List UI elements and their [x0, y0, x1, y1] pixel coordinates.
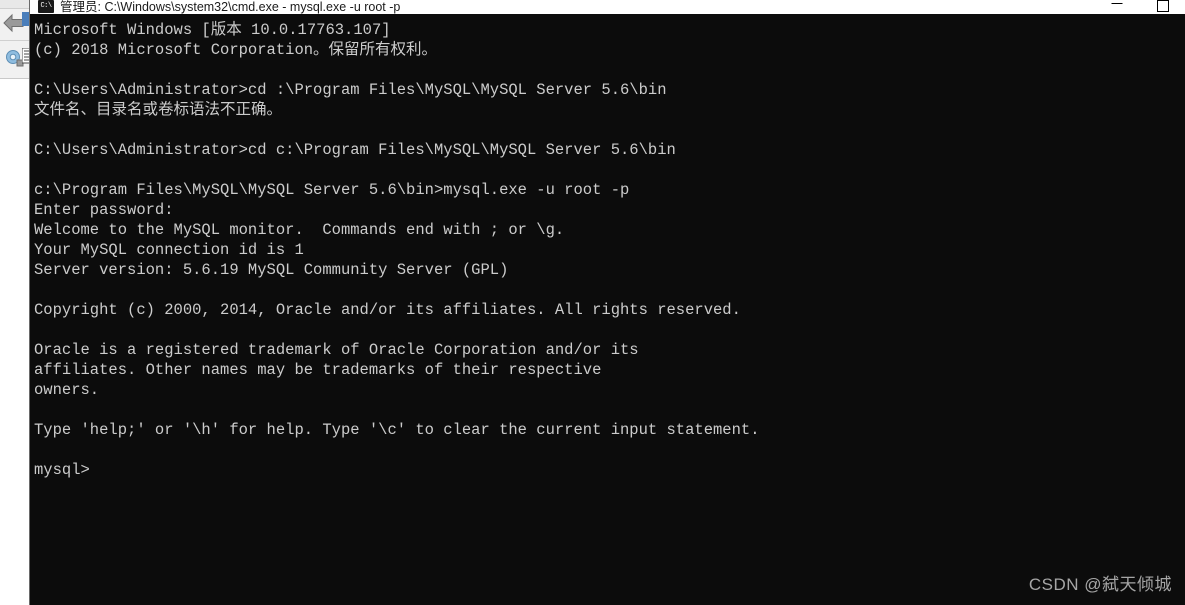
background-toolbar — [0, 0, 32, 79]
title-bar[interactable]: C:\ 管理员: C:\Windows\system32\cmd.exe - m… — [30, 0, 1185, 14]
console-line: Microsoft Windows [版本 10.0.17763.107] — [34, 21, 391, 39]
background-toolbar-strip — [0, 0, 30, 9]
cmd-icon: C:\ — [38, 0, 54, 14]
console-line: mysql> — [34, 461, 90, 479]
toolbar-divider — [0, 40, 30, 41]
console-line: Oracle is a registered trademark of Orac… — [34, 341, 639, 359]
console-line: Type 'help;' or '\h' for help. Type '\c'… — [34, 421, 760, 439]
console-line: affiliates. Other names may be trademark… — [34, 361, 602, 379]
console-line: Welcome to the MySQL monitor. Commands e… — [34, 221, 565, 239]
watermark: CSDN @弑天倾城 — [1028, 575, 1172, 594]
console-output[interactable]: Microsoft Windows [版本 10.0.17763.107] (c)… — [30, 14, 1185, 605]
console-line: Enter password: — [34, 201, 174, 219]
maximize-button[interactable] — [1140, 0, 1185, 14]
console-line: Copyright (c) 2000, 2014, Oracle and/or … — [34, 301, 741, 319]
console-line: 文件名、目录名或卷标语法不正确。 — [34, 101, 283, 119]
command-prompt-window: C:\ 管理员: C:\Windows\system32\cmd.exe - m… — [29, 0, 1185, 605]
console-line: owners. — [34, 381, 100, 399]
console-line: Server version: 5.6.19 MySQL Community S… — [34, 261, 509, 279]
window-controls — [1094, 0, 1185, 14]
console-line: (c) 2018 Microsoft Corporation。保留所有权利。 — [34, 41, 438, 59]
console-line: C:\Users\Administrator>cd c:\Program Fil… — [34, 141, 676, 159]
console-line: c:\Program Files\MySQL\MySQL Server 5.6\… — [34, 181, 630, 199]
minimize-button[interactable] — [1094, 0, 1140, 14]
console-line: Your MySQL connection id is 1 — [34, 241, 304, 259]
console-line: C:\Users\Administrator>cd :\Program File… — [34, 81, 667, 99]
maximize-icon — [1157, 0, 1169, 12]
window-title: 管理员: C:\Windows\system32\cmd.exe - mysql… — [60, 0, 401, 14]
minimize-icon — [1111, 3, 1123, 4]
